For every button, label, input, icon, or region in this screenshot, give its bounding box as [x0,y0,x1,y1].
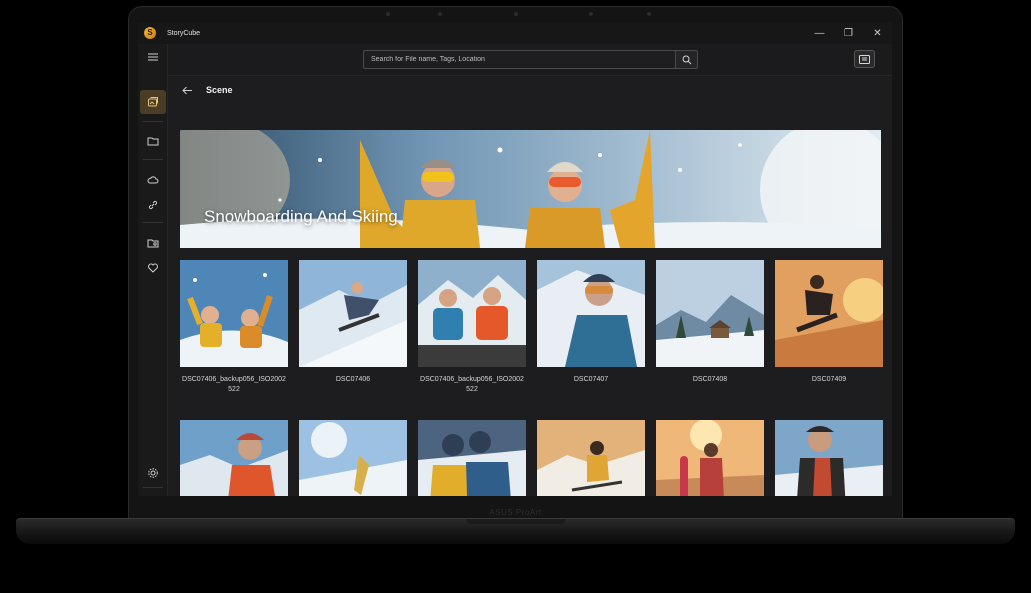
base-notch [466,519,566,524]
cloud-icon [147,176,159,184]
laptop-base [16,518,1015,544]
photo-tile[interactable] [418,420,526,496]
brand-label: ASUS ProArt [489,508,542,517]
page-title: Scene [206,85,233,95]
photo-tile[interactable] [180,420,288,496]
title-bar: S StoryCube — ❐ ✕ [138,22,892,44]
photo-tile[interactable]: DSC07406 [299,260,407,385]
app-logo-icon: S [144,27,156,39]
sidebar-item-folders[interactable] [140,129,166,153]
sidebar-divider [143,222,163,223]
photo-tile[interactable]: DSC07407 [537,260,645,385]
photo-caption: DSC07407 [573,376,609,383]
add-button[interactable] [140,494,166,496]
photo-tile[interactable] [775,420,883,496]
sensor-dot [589,12,593,16]
photo-caption: DSC07409 [811,376,847,383]
slideshow-icon [859,54,870,64]
close-button[interactable]: ✕ [863,22,892,44]
photo-tile[interactable]: DSC07408 [656,260,764,385]
back-arrow-icon [181,86,192,94]
photo-tile[interactable]: DSC07409 [775,260,883,385]
minimize-button[interactable]: — [805,22,834,44]
banner-image [180,130,881,248]
photo-caption: DSC07406_backup056_ISO2002522 [182,376,286,393]
photo-thumbnail [537,420,645,496]
photo-thumbnail [656,420,764,496]
sidebar-item-cloud[interactable] [140,168,166,192]
photo-thumbnail [775,260,883,367]
photo-tile[interactable]: DSC07406_backup056_ISO2002522 [418,260,526,395]
banner-title: Snowboarding And Skiing [204,207,398,226]
folder-photo-icon [147,239,159,248]
heart-icon [148,263,158,273]
photo-thumbnail [180,420,288,496]
scene-banner[interactable]: Snowboarding And Skiing [180,130,881,248]
sidebar-divider [143,121,163,122]
search-input[interactable] [363,50,676,69]
camera-icon [438,12,442,16]
folder-icon [147,137,159,146]
photo-tile[interactable] [656,420,764,496]
photo-thumbnail [537,260,645,367]
sidebar-divider [143,487,163,488]
app-window: S StoryCube — ❐ ✕ Search for File name, … [138,22,892,496]
photo-thumbnail [418,260,526,367]
sensor-dot [386,12,390,16]
slideshow-button[interactable] [854,50,875,68]
search-button[interactable] [675,50,698,69]
scene-icon [148,97,158,107]
sidebar-item-link[interactable] [140,193,166,217]
photo-tile[interactable] [537,420,645,496]
top-bar [168,44,892,76]
sidebar-item-albums[interactable] [140,231,166,255]
link-icon [148,200,158,210]
photo-thumbnail [299,420,407,496]
search-icon [682,55,691,64]
app-title: StoryCube [167,29,201,37]
settings-button[interactable] [140,461,166,485]
restore-button[interactable]: ❐ [834,22,863,44]
photo-caption: DSC07408 [692,376,728,383]
photo-tile[interactable]: DSC07406_backup056_ISO2002522 [180,260,288,395]
photo-thumbnail [775,420,883,496]
settings-icon [148,468,158,478]
photo-thumbnail [656,260,764,367]
window-controls: — ❐ ✕ [805,22,892,44]
hamburger-menu-button[interactable] [140,45,166,69]
photo-caption: DSC07406 [335,376,371,383]
sensor-dot [647,12,651,16]
sidebar-item-scene[interactable] [140,90,166,114]
photo-thumbnail [180,260,288,367]
photo-thumbnail [299,260,407,367]
sidebar-item-favorites[interactable] [140,256,166,280]
photo-thumbnail [418,420,526,496]
back-button[interactable] [180,84,194,96]
photo-tile[interactable] [299,420,407,496]
hamburger-menu-icon [148,53,158,61]
photo-caption: DSC07406_backup056_ISO2002522 [420,376,524,393]
sidebar-divider [143,159,163,160]
sidebar [138,44,168,496]
sensor-dot [514,12,518,16]
